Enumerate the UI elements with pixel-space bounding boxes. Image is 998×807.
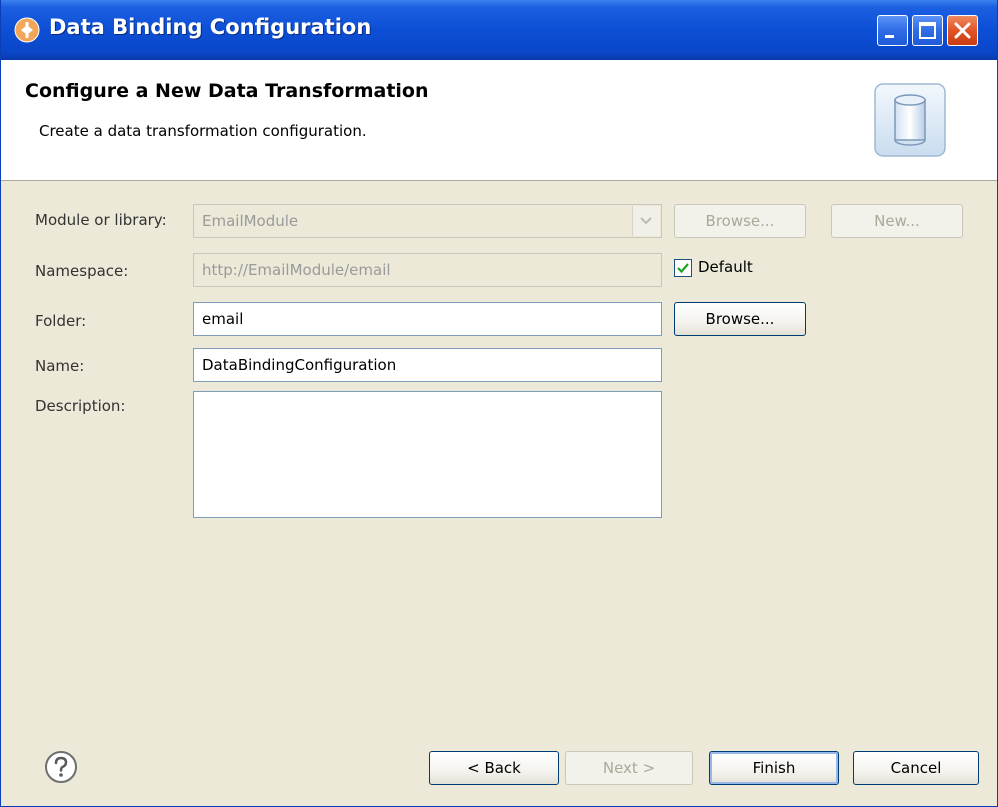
module-new-button[interactable]: New... xyxy=(831,204,963,238)
folder-field[interactable]: email xyxy=(193,302,662,336)
minimize-button[interactable] xyxy=(877,15,908,46)
description-textarea[interactable] xyxy=(193,391,662,518)
data-store-icon xyxy=(874,83,946,157)
minimize-icon xyxy=(885,35,894,38)
close-button[interactable] xyxy=(947,15,978,46)
chevron-down-icon xyxy=(640,217,652,225)
wizard-header: Configure a New Data Transformation Crea… xyxy=(1,60,997,181)
checkmark-icon xyxy=(677,263,689,274)
page-description: Create a data transformation configurati… xyxy=(39,122,367,140)
maximize-button[interactable] xyxy=(912,15,943,46)
maximize-icon xyxy=(919,22,936,39)
name-value: DataBindingConfiguration xyxy=(202,356,397,374)
namespace-value: http://EmailModule/email xyxy=(202,261,391,279)
folder-label: Folder: xyxy=(35,312,87,330)
help-icon[interactable] xyxy=(43,749,79,785)
name-field[interactable]: DataBindingConfiguration xyxy=(193,348,662,382)
page-title: Configure a New Data Transformation xyxy=(25,80,429,102)
description-label: Description: xyxy=(35,397,126,415)
cancel-button[interactable]: Cancel xyxy=(853,751,979,785)
folder-browse-button[interactable]: Browse... xyxy=(674,302,806,336)
module-value: EmailModule xyxy=(202,212,299,230)
default-checkbox-label[interactable]: Default xyxy=(698,258,753,276)
namespace-label: Namespace: xyxy=(35,262,129,280)
folder-value: email xyxy=(202,310,244,328)
app-icon xyxy=(14,17,40,43)
close-icon xyxy=(954,22,971,39)
window-title: Data Binding Configuration xyxy=(49,15,372,39)
dialog-window: Data Binding Configuration Configure a N… xyxy=(0,0,998,807)
namespace-field[interactable]: http://EmailModule/email xyxy=(193,253,662,287)
next-button[interactable]: Next > xyxy=(565,751,693,785)
default-checkbox[interactable] xyxy=(674,259,692,277)
module-browse-button[interactable]: Browse... xyxy=(674,204,806,238)
module-label: Module or library: xyxy=(35,211,167,229)
module-combobox[interactable]: EmailModule xyxy=(193,204,662,238)
dropdown-button[interactable] xyxy=(632,206,660,236)
title-bar[interactable]: Data Binding Configuration xyxy=(1,0,997,60)
back-button[interactable]: < Back xyxy=(429,751,559,785)
name-label: Name: xyxy=(35,357,85,375)
finish-button[interactable]: Finish xyxy=(709,751,839,785)
